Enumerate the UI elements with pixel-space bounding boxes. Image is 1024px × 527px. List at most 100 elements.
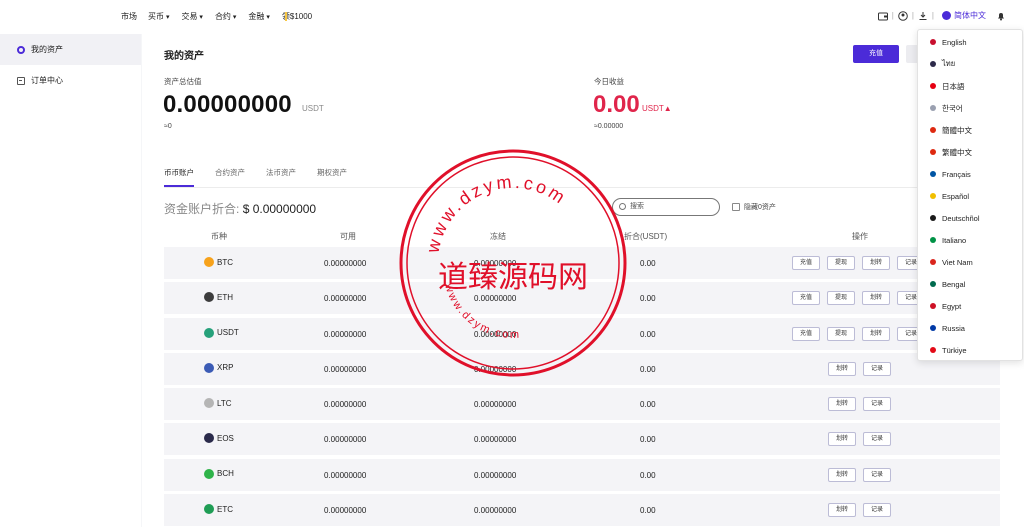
language-option[interactable]: Italiano — [918, 229, 1022, 251]
language-option[interactable]: Egypt — [918, 295, 1022, 317]
sidebar-item-orders[interactable]: 订单中心 — [0, 65, 141, 96]
main-menu: 市场 买币 交易 合约 金融 领$1000 — [121, 11, 312, 22]
language-option[interactable]: Russia — [918, 317, 1022, 339]
action-button[interactable]: 提现 — [827, 291, 855, 306]
row-actions: 划转 记录 — [828, 503, 891, 518]
download-icon[interactable] — [918, 11, 928, 21]
language-label: Español — [942, 191, 970, 201]
tab-options[interactable]: 期权资产 — [317, 167, 347, 187]
language-label: Bengal — [942, 279, 966, 289]
action-button[interactable]: 划转 — [862, 326, 890, 341]
search-input[interactable]: 搜索 — [612, 198, 720, 216]
action-button[interactable]: 划转 — [828, 397, 856, 412]
action-button[interactable]: 划转 — [828, 467, 856, 482]
action-button[interactable]: 充值 — [792, 256, 820, 270]
action-button[interactable]: 记录 — [863, 397, 891, 412]
available-cell: 0.00000000 — [324, 470, 367, 480]
flag-icon — [930, 281, 936, 287]
tab-contract[interactable]: 合约资产 — [215, 167, 245, 187]
action-button[interactable]: 提现 — [827, 326, 855, 341]
deposit-button[interactable]: 充值 — [853, 45, 899, 63]
coin-name: XRP — [217, 363, 234, 373]
language-label: Italiano — [942, 235, 967, 245]
asset-table: BTC 0.00000000 0.00000000 0.00 充值 提现 划转 记录 … — [164, 247, 1000, 527]
action-button[interactable]: 充值 — [792, 291, 820, 306]
coin-cell: ETH — [204, 292, 233, 303]
tab-fiat[interactable]: 法币资产 — [266, 167, 296, 187]
available-cell: 0.00000000 — [324, 294, 367, 304]
nav-gift[interactable]: 领$1000 — [282, 11, 312, 22]
language-label: Français — [942, 169, 971, 179]
action-button[interactable]: 记录 — [863, 503, 891, 518]
row-actions: 划转 记录 — [828, 432, 891, 447]
coin-cell: XRP — [204, 362, 234, 373]
language-option[interactable]: English — [918, 31, 1022, 53]
action-button[interactable]: 记录 — [863, 361, 891, 376]
language-option[interactable]: Español — [918, 185, 1022, 207]
available-cell: 0.00000000 — [324, 506, 367, 516]
coin-name: ETH — [217, 292, 233, 302]
language-option[interactable]: Bengal — [918, 273, 1022, 295]
coin-name: BCH — [217, 469, 234, 479]
flag-icon — [930, 193, 936, 199]
nav-market[interactable]: 市场 — [121, 11, 137, 22]
language-label: Russia — [942, 323, 965, 333]
coin-icon — [204, 398, 214, 409]
separator: | — [911, 11, 914, 20]
coin-icon — [204, 468, 214, 479]
action-button[interactable]: 记录 — [863, 467, 891, 482]
language-switcher[interactable]: 简体中文 — [942, 10, 986, 21]
language-option[interactable]: Viet Nam — [918, 251, 1022, 273]
sidebar-item-my-assets[interactable]: 我的资产 — [0, 34, 141, 65]
action-button[interactable]: 划转 — [828, 432, 856, 447]
divider — [164, 187, 1000, 188]
language-option[interactable]: 日本語 — [918, 75, 1022, 97]
language-option[interactable]: Deutschñol — [918, 207, 1022, 229]
flag-icon — [930, 215, 936, 221]
page-title: 我的资产 — [164, 51, 204, 62]
available-cell: 0.00000000 — [324, 364, 367, 374]
bell-icon[interactable] — [996, 11, 1006, 21]
row-actions: 充值 提现 划转 记录 — [792, 291, 925, 306]
nav-trade[interactable]: 交易 — [181, 11, 202, 22]
frozen-cell: 0.00000000 — [474, 364, 517, 374]
language-option[interactable]: 簡體中文 — [918, 119, 1022, 141]
nav-finance[interactable]: 金融 — [248, 11, 269, 22]
separator: | — [891, 11, 894, 20]
flag-icon — [930, 149, 936, 155]
wallet-icon[interactable] — [877, 11, 888, 21]
language-option[interactable]: ไทย — [918, 53, 1022, 75]
user-icon[interactable] — [898, 10, 908, 21]
action-button[interactable]: 划转 — [862, 291, 890, 306]
coin-cell: ETC — [204, 504, 233, 515]
action-button[interactable]: 划转 — [828, 503, 856, 518]
today-income-value: 0.00 — [593, 91, 640, 118]
language-option[interactable]: 繁體中文 — [918, 141, 1022, 163]
fund-conversion: 资金账户折合: $ 0.00000000 — [164, 200, 316, 217]
nav-contract[interactable]: 合约 — [215, 11, 236, 22]
table-header: 币种 可用 冻结 折合(USDT) 操作 — [164, 231, 1000, 245]
nav-buy[interactable]: 买币 — [148, 11, 169, 22]
action-button[interactable]: 提现 — [827, 256, 855, 270]
language-label: English — [942, 37, 967, 47]
search-icon — [619, 203, 626, 210]
usdt-cell: 0.00 — [640, 400, 656, 410]
language-label: 繁體中文 — [942, 147, 972, 157]
hide-zero-toggle[interactable]: 隐藏0资产 — [732, 202, 776, 212]
action-button[interactable]: 充值 — [792, 326, 820, 341]
language-label: Deutschñol — [942, 213, 980, 223]
asset-tabs: 币币账户 合约资产 法币资产 期权资产 — [164, 167, 368, 187]
total-assets-unit: USDT — [302, 104, 324, 113]
language-option[interactable]: 한국어 — [918, 97, 1022, 119]
language-label: 日本語 — [942, 81, 965, 91]
action-button[interactable]: 划转 — [862, 256, 890, 270]
flag-icon — [930, 303, 936, 309]
action-button[interactable]: 划转 — [828, 361, 856, 376]
usdt-cell: 0.00 — [640, 506, 656, 516]
action-button[interactable]: 记录 — [863, 432, 891, 447]
language-option[interactable]: Français — [918, 163, 1022, 185]
frozen-cell: 0.00000000 — [474, 506, 517, 516]
tab-spot[interactable]: 币币账户 — [164, 167, 194, 187]
language-option[interactable]: Türkiye — [918, 339, 1022, 361]
checkbox[interactable] — [732, 203, 740, 211]
